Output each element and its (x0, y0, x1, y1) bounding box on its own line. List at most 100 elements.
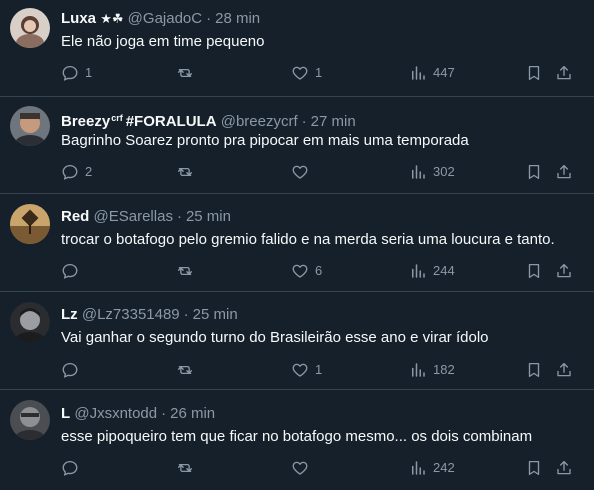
share-button[interactable] (555, 63, 573, 83)
reply-button[interactable] (61, 458, 85, 478)
views-button[interactable]: 244 (409, 261, 455, 281)
timestamp[interactable]: 27 min (311, 113, 356, 130)
separator-dot: · (176, 208, 182, 225)
display-name[interactable]: Red (61, 208, 89, 225)
avatar[interactable] (10, 106, 50, 146)
view-count: 242 (433, 460, 455, 475)
reply-count: 1 (85, 65, 93, 80)
avatar[interactable] (10, 8, 50, 48)
tweet[interactable]: Red @ESarellas · 25 min trocar o botafogo … (0, 194, 594, 292)
retweet-button[interactable] (176, 63, 200, 83)
retweet-button[interactable] (176, 458, 200, 478)
reply-button[interactable]: 1 (61, 63, 92, 83)
reply-icon (62, 362, 78, 378)
like-button[interactable] (291, 162, 315, 182)
separator-dot: · (301, 113, 307, 130)
like-button[interactable]: 1 (291, 63, 322, 83)
heart-icon (292, 264, 308, 278)
separator-dot: · (183, 306, 189, 323)
timestamp[interactable]: 26 min (170, 405, 215, 422)
reply-icon (62, 164, 78, 180)
share-button[interactable] (555, 458, 573, 478)
bookmark-icon (528, 263, 540, 279)
heart-icon (292, 66, 308, 80)
star-clover-icon: ★☘ (100, 11, 124, 26)
like-count: 1 (315, 65, 323, 80)
display-name[interactable]: Breezy (61, 113, 110, 130)
timestamp[interactable]: 25 min (193, 306, 238, 323)
bookmark-button[interactable] (525, 63, 543, 83)
like-count: 1 (315, 362, 323, 377)
bookmark-icon (528, 460, 540, 476)
reply-button[interactable] (61, 360, 85, 380)
avatar[interactable] (10, 204, 50, 244)
share-button[interactable] (555, 360, 573, 380)
avatar[interactable] (10, 302, 50, 342)
avatar-image (10, 204, 50, 244)
bookmark-icon (528, 65, 540, 81)
reply-icon (62, 460, 78, 476)
action-bar: 1 1 447 (61, 63, 581, 83)
timestamp[interactable]: 28 min (215, 10, 260, 27)
user-handle[interactable]: @GajadoC (128, 10, 202, 27)
tweet-text: esse pipoqueiro tem que ficar no botafog… (61, 428, 533, 445)
bar-chart-icon (412, 66, 425, 80)
reply-icon (62, 65, 78, 81)
retweet-button[interactable] (176, 261, 200, 281)
tweet[interactable]: Lz @Lz73351489 · 25 min Vai ganhar o segun… (0, 292, 594, 390)
tweet-text: Vai ganhar o segundo turno do Brasileirã… (61, 329, 489, 346)
heart-icon (292, 165, 308, 179)
bar-chart-icon (412, 461, 425, 475)
bookmark-button[interactable] (525, 261, 543, 281)
retweet-button[interactable] (176, 162, 200, 182)
tweet[interactable]: Luxa ★☘ @GajadoC · 28 min Ele não joga em … (0, 0, 594, 97)
retweet-icon (177, 266, 193, 276)
views-button[interactable]: 182 (409, 360, 455, 380)
view-count: 447 (433, 65, 455, 80)
action-bar: 242 (61, 458, 581, 478)
view-count: 244 (433, 263, 455, 278)
tweet-header: Red @ESarellas · 25 min (61, 208, 231, 226)
views-button[interactable]: 302 (409, 162, 455, 182)
share-icon (557, 460, 571, 475)
user-handle[interactable]: @Jxsxntodd (74, 405, 157, 422)
reply-button[interactable] (61, 261, 85, 281)
display-name[interactable]: L (61, 405, 70, 422)
heart-icon (292, 363, 308, 377)
bookmark-button[interactable] (525, 458, 543, 478)
display-name[interactable]: Luxa (61, 10, 96, 27)
retweet-button[interactable] (176, 360, 200, 380)
tweet-header: L @Jxsxntodd · 26 min (61, 405, 215, 423)
display-name[interactable]: Lz (61, 306, 78, 323)
like-button[interactable]: 1 (291, 360, 322, 380)
share-button[interactable] (555, 162, 573, 182)
avatar-image (10, 400, 50, 440)
bookmark-button[interactable] (525, 162, 543, 182)
retweet-icon (177, 365, 193, 375)
views-button[interactable]: 242 (409, 458, 455, 478)
avatar[interactable] (10, 400, 50, 440)
display-name-tag[interactable]: #FORALULA (126, 113, 217, 130)
bar-chart-icon (412, 264, 425, 278)
separator-dot: · (161, 405, 167, 422)
bar-chart-icon (412, 165, 425, 179)
tweet[interactable]: Breezycrf #FORALULA @breezycrf · 27 min Bag… (0, 97, 594, 194)
user-handle[interactable]: @breezycrf (221, 113, 298, 130)
like-button[interactable]: 6 (291, 261, 322, 281)
like-button[interactable] (291, 458, 315, 478)
user-handle[interactable]: @ESarellas (94, 208, 173, 225)
avatar-image (10, 106, 50, 146)
share-button[interactable] (555, 261, 573, 281)
tweet-header: Breezycrf #FORALULA @breezycrf · 27 min (61, 109, 356, 131)
tweet-header: Lz @Lz73351489 · 25 min (61, 306, 238, 324)
tweet[interactable]: L @Jxsxntodd · 26 min esse pipoqueiro tem … (0, 390, 594, 490)
reply-button[interactable]: 2 (61, 162, 92, 182)
user-handle[interactable]: @Lz73351489 (82, 306, 180, 323)
bookmark-icon (528, 362, 540, 378)
views-button[interactable]: 447 (409, 63, 455, 83)
share-icon (557, 362, 571, 377)
timestamp[interactable]: 25 min (186, 208, 231, 225)
avatar-image (10, 302, 50, 342)
bookmark-button[interactable] (525, 360, 543, 380)
action-bar: 1 182 (61, 360, 581, 380)
